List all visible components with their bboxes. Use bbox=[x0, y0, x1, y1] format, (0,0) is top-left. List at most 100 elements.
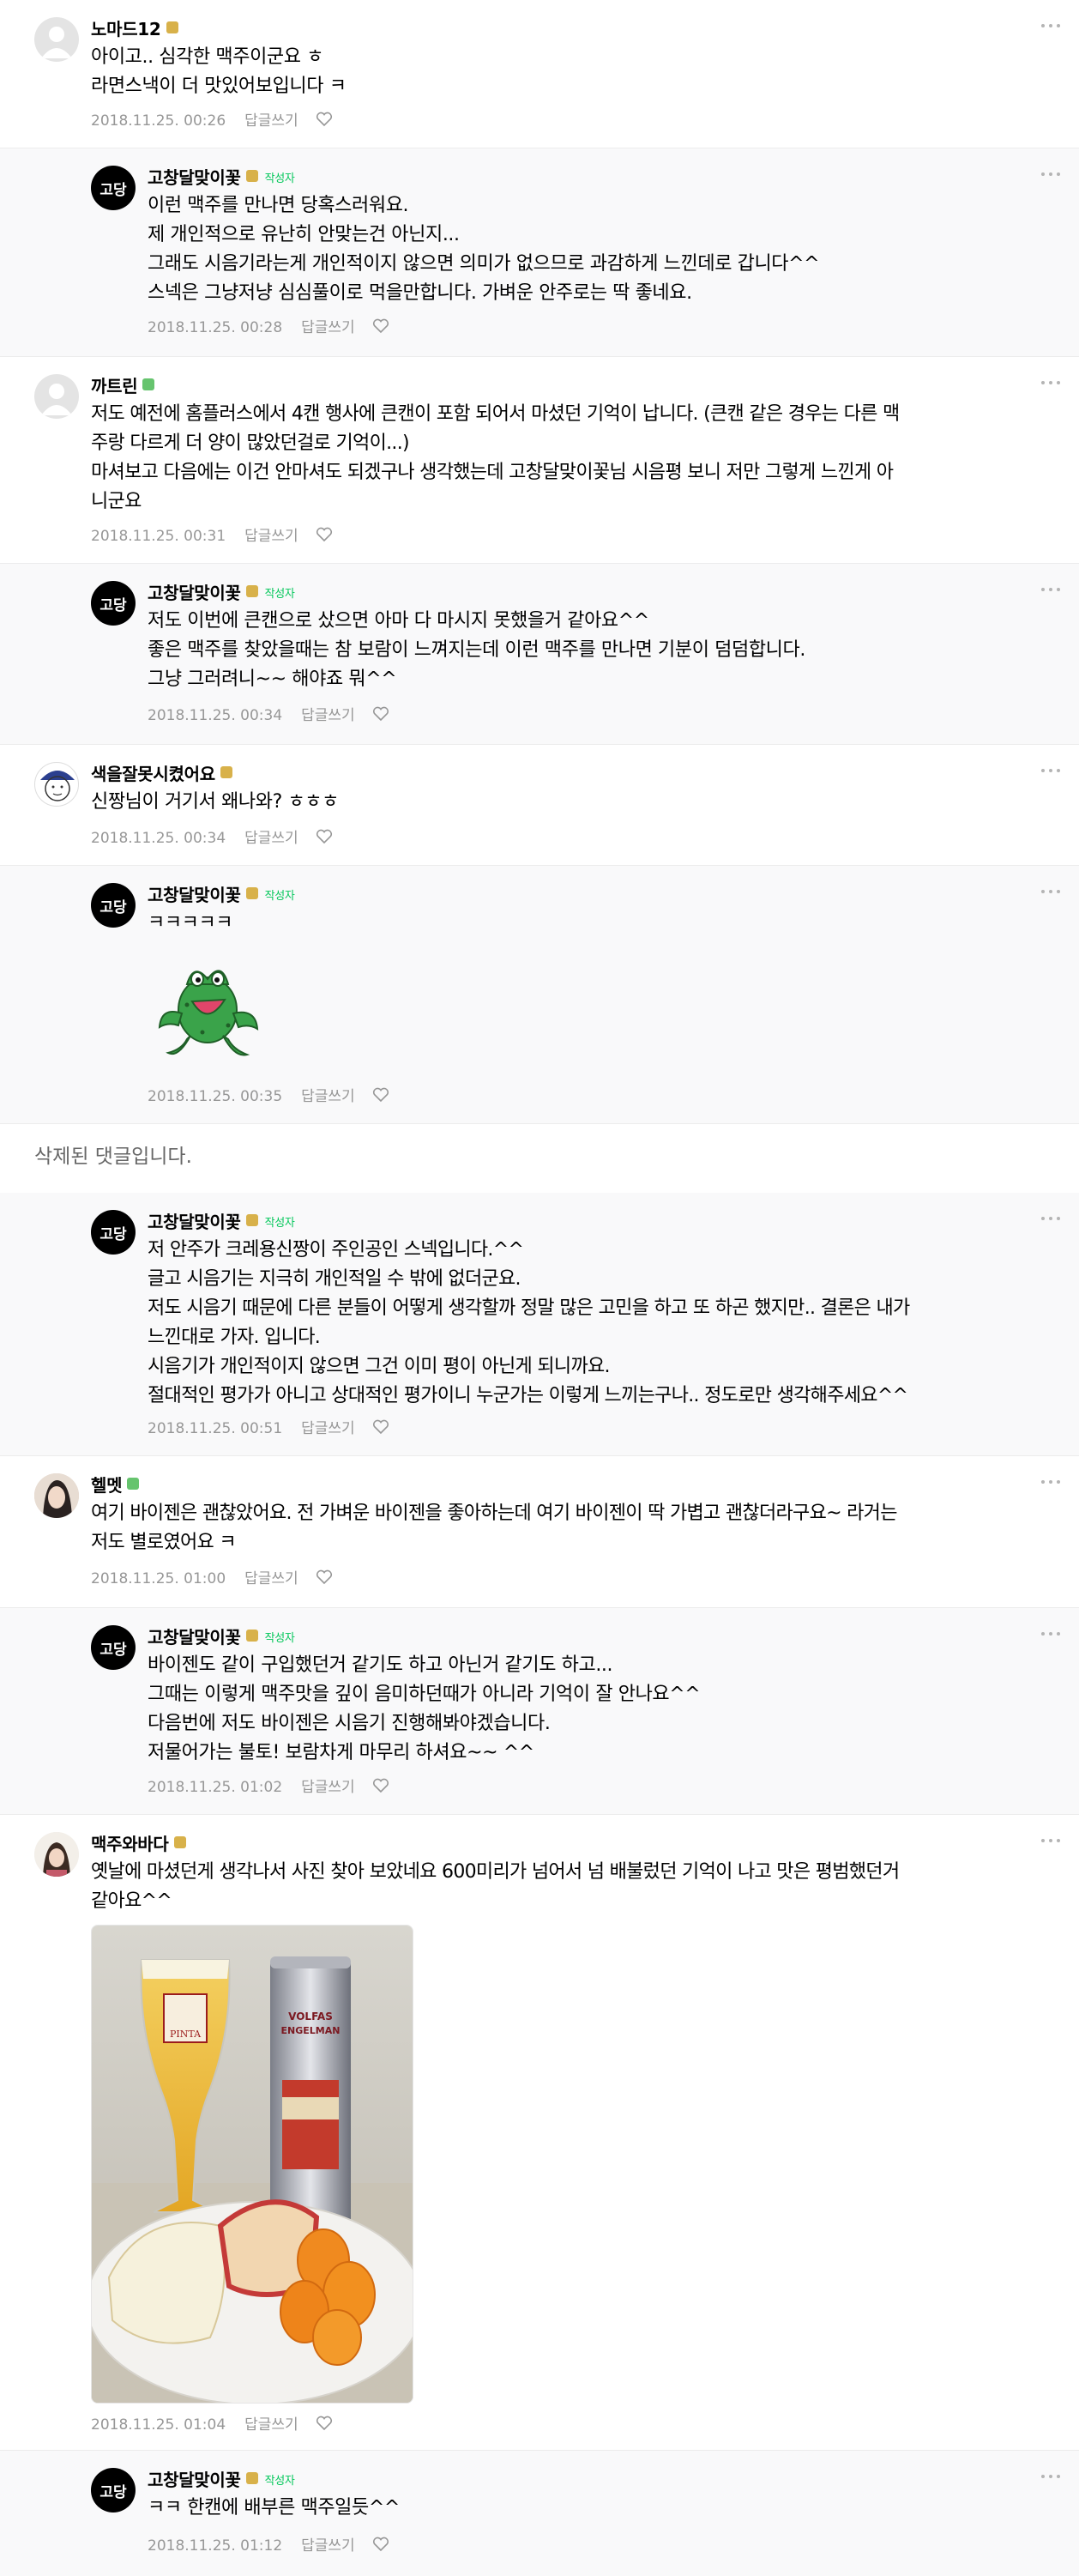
comment-meta: 2018.11.25. 00:28 답글쓰기 bbox=[148, 315, 389, 338]
comment-meta: 2018.11.25. 01:04 답글쓰기 bbox=[91, 2412, 333, 2435]
svg-text:고당: 고당 bbox=[99, 2484, 127, 2501]
heart-icon[interactable] bbox=[372, 1087, 389, 1107]
reply-button[interactable]: 답글쓰기 bbox=[301, 1088, 355, 1105]
svg-text:고당: 고당 bbox=[99, 597, 127, 614]
nickname[interactable]: 헬멧 bbox=[91, 1472, 140, 1497]
comment-meta: 2018.11.25. 00:35 답글쓰기 bbox=[148, 1084, 389, 1107]
heart-icon[interactable] bbox=[372, 706, 389, 726]
more-options-icon[interactable] bbox=[1041, 588, 1060, 593]
more-options-icon[interactable] bbox=[1041, 1480, 1060, 1485]
nickname[interactable]: 고창달맞이꽃 작성자 bbox=[148, 579, 295, 604]
nickname[interactable]: 고창달맞이꽃 작성자 bbox=[148, 881, 295, 906]
heart-icon[interactable] bbox=[316, 1569, 333, 1589]
heart-icon[interactable] bbox=[372, 2537, 389, 2556]
comment-section: 노마드12 아이고.. 심각한 맥주이군요 ㅎ 라면스낵이 더 맛있어보입니다 ㅋ… bbox=[0, 0, 1079, 2576]
author-badge: 작성자 bbox=[264, 890, 295, 903]
svg-text:고당: 고당 bbox=[99, 182, 127, 199]
heart-icon[interactable] bbox=[372, 1419, 389, 1439]
avatar[interactable]: 고당 bbox=[91, 166, 136, 210]
heart-icon[interactable] bbox=[316, 2416, 333, 2435]
avatar[interactable]: 고당 bbox=[91, 1210, 136, 1255]
nickname[interactable]: 색을잘못시켰어요 bbox=[91, 760, 232, 785]
avatar[interactable] bbox=[34, 17, 79, 62]
author-badge: 작성자 bbox=[264, 1632, 295, 1645]
comment-date: 2018.11.25. 00:34 bbox=[148, 707, 283, 724]
comment-text: 바이젠도 같이 구입했던거 같기도 하고 아닌거 같기도 하고... 그때는 이렇… bbox=[148, 1654, 701, 1763]
reply-item: 고당 고창달맞이꽃 작성자 이런 맥주를 만나면 당혹스러워요. 제 개인적으로 유… bbox=[0, 148, 1079, 356]
comment-meta: 2018.11.25. 00:51 답글쓰기 bbox=[148, 1416, 389, 1439]
comment-text: 아이고.. 심각한 맥주이군요 ㅎ 라면스낵이 더 맛있어보입니다 ㅋ bbox=[91, 46, 347, 97]
avatar[interactable] bbox=[34, 762, 79, 807]
heart-icon[interactable] bbox=[372, 1778, 389, 1798]
cafe-grade-icon bbox=[245, 2472, 258, 2484]
comment-text: 여기 바이젠은 괜찮았어요. 전 가벼운 바이젠을 좋아하는데 여기 바이젠이 … bbox=[91, 1503, 897, 1553]
reply-button[interactable]: 답글쓰기 bbox=[301, 1420, 355, 1437]
avatar[interactable] bbox=[34, 1473, 79, 1518]
comment-date: 2018.11.25. 00:31 bbox=[91, 528, 226, 545]
heart-icon[interactable] bbox=[316, 829, 333, 849]
comment-meta: 2018.11.25. 00:31 답글쓰기 bbox=[91, 523, 333, 547]
svg-text:PINTA: PINTA bbox=[170, 2029, 202, 2040]
more-options-icon[interactable] bbox=[1041, 172, 1060, 178]
heart-icon[interactable] bbox=[316, 527, 333, 547]
reply-button[interactable]: 답글쓰기 bbox=[301, 1779, 355, 1796]
comment-date: 2018.11.25. 00:34 bbox=[91, 830, 226, 847]
author-badge: 작성자 bbox=[264, 2475, 295, 2488]
comment-date: 2018.11.25. 01:02 bbox=[148, 1779, 283, 1796]
cafe-grade-icon bbox=[127, 1478, 140, 1490]
heart-icon[interactable] bbox=[372, 318, 389, 338]
reply-button[interactable]: 답글쓰기 bbox=[244, 112, 298, 130]
nickname[interactable]: 노마드12 bbox=[91, 15, 178, 40]
nickname[interactable]: 고창달맞이꽃 작성자 bbox=[148, 2466, 295, 2491]
reply-button[interactable]: 답글쓰기 bbox=[244, 2416, 298, 2434]
nickname[interactable]: 까트린 bbox=[91, 372, 155, 397]
more-options-icon[interactable] bbox=[1041, 2475, 1060, 2480]
comment-text: ㅋㅋ 한캔에 배부른 맥주일듯^^ bbox=[148, 2497, 400, 2519]
more-options-icon[interactable] bbox=[1041, 1839, 1060, 1844]
reply-button[interactable]: 답글쓰기 bbox=[301, 319, 355, 336]
avatar[interactable]: 고당 bbox=[91, 883, 136, 928]
more-options-icon[interactable] bbox=[1041, 381, 1060, 386]
reply-button[interactable]: 답글쓰기 bbox=[301, 2537, 355, 2555]
comment-text: 신짱님이 거기서 왜나와? ㅎㅎㅎ bbox=[91, 791, 339, 813]
svg-text:고당: 고당 bbox=[99, 1642, 127, 1659]
avatar[interactable]: 고당 bbox=[91, 1625, 136, 1670]
frog-sticker[interactable] bbox=[153, 953, 264, 1065]
reply-button[interactable]: 답글쓰기 bbox=[301, 707, 355, 724]
comment-item: 색을잘못시켰어요 신짱님이 거기서 왜나와? ㅎㅎㅎ 2018.11.25. 0… bbox=[0, 745, 1079, 865]
comment-date: 2018.11.25. 00:28 bbox=[148, 319, 283, 336]
comment-date: 2018.11.25. 01:12 bbox=[148, 2537, 283, 2555]
avatar[interactable]: 고당 bbox=[91, 581, 136, 626]
cafe-grade-icon bbox=[173, 1836, 186, 1848]
reply-item: 고당 고창달맞이꽃 작성자 바이젠도 같이 구입했던거 같기도 하고 아닌거 같기… bbox=[0, 1608, 1079, 1814]
svg-text:VOLFAS: VOLFAS bbox=[288, 2011, 333, 2023]
heart-icon[interactable] bbox=[316, 112, 333, 131]
comment-meta: 2018.11.25. 00:34 답글쓰기 bbox=[148, 703, 389, 726]
more-options-icon[interactable] bbox=[1041, 769, 1060, 774]
nickname[interactable]: 고창달맞이꽃 작성자 bbox=[148, 1208, 295, 1233]
avatar[interactable]: 고당 bbox=[91, 2468, 136, 2513]
reply-button[interactable]: 답글쓰기 bbox=[244, 1570, 298, 1587]
beer-photo[interactable]: PINTA VOLFAS ENGELMAN bbox=[91, 1925, 413, 2404]
nickname[interactable]: 고창달맞이꽃 작성자 bbox=[148, 1624, 295, 1648]
reply-item: 고당 고창달맞이꽃 작성자 ㅋㅋ 한캔에 배부른 맥주일듯^^ 2018.11.2… bbox=[0, 2451, 1079, 2576]
more-options-icon[interactable] bbox=[1041, 24, 1060, 29]
comment-text: 저도 이번에 큰캔으로 샀으면 아마 다 마시지 못했을거 같아요^^ 좋은 맥주… bbox=[148, 610, 805, 690]
reply-item: 고당 고창달맞이꽃 작성자 ㅋㅋㅋㅋㅋ 2018.11.25. 00:35 답글… bbox=[0, 866, 1079, 1123]
comment-meta: 2018.11.25. 01:00 답글쓰기 bbox=[91, 1566, 333, 1589]
svg-text:ENGELMAN: ENGELMAN bbox=[281, 2025, 341, 2036]
cafe-grade-icon bbox=[245, 1630, 258, 1642]
reply-button[interactable]: 답글쓰기 bbox=[244, 830, 298, 847]
more-options-icon[interactable] bbox=[1041, 890, 1060, 895]
comment-item: 노마드12 아이고.. 심각한 맥주이군요 ㅎ 라면스낵이 더 맛있어보입니다 ㅋ… bbox=[0, 0, 1079, 148]
nickname[interactable]: 맥주와바다 bbox=[91, 1830, 186, 1855]
comment-item: 맥주와바다 옛날에 마셨던게 생각나서 사진 찾아 보았네요 600미리가 넘어… bbox=[0, 1815, 1079, 2450]
more-options-icon[interactable] bbox=[1041, 1632, 1060, 1637]
nickname[interactable]: 고창달맞이꽃 작성자 bbox=[148, 164, 295, 189]
more-options-icon[interactable] bbox=[1041, 1217, 1060, 1222]
avatar[interactable] bbox=[34, 374, 79, 419]
cafe-grade-icon bbox=[245, 887, 258, 899]
avatar[interactable] bbox=[34, 1832, 79, 1877]
reply-item: 고당 고창달맞이꽃 작성자 저 안주가 크레용신짱이 주인공인 스넥입니다.^^ 글… bbox=[0, 1193, 1079, 1455]
reply-button[interactable]: 답글쓰기 bbox=[244, 528, 298, 545]
